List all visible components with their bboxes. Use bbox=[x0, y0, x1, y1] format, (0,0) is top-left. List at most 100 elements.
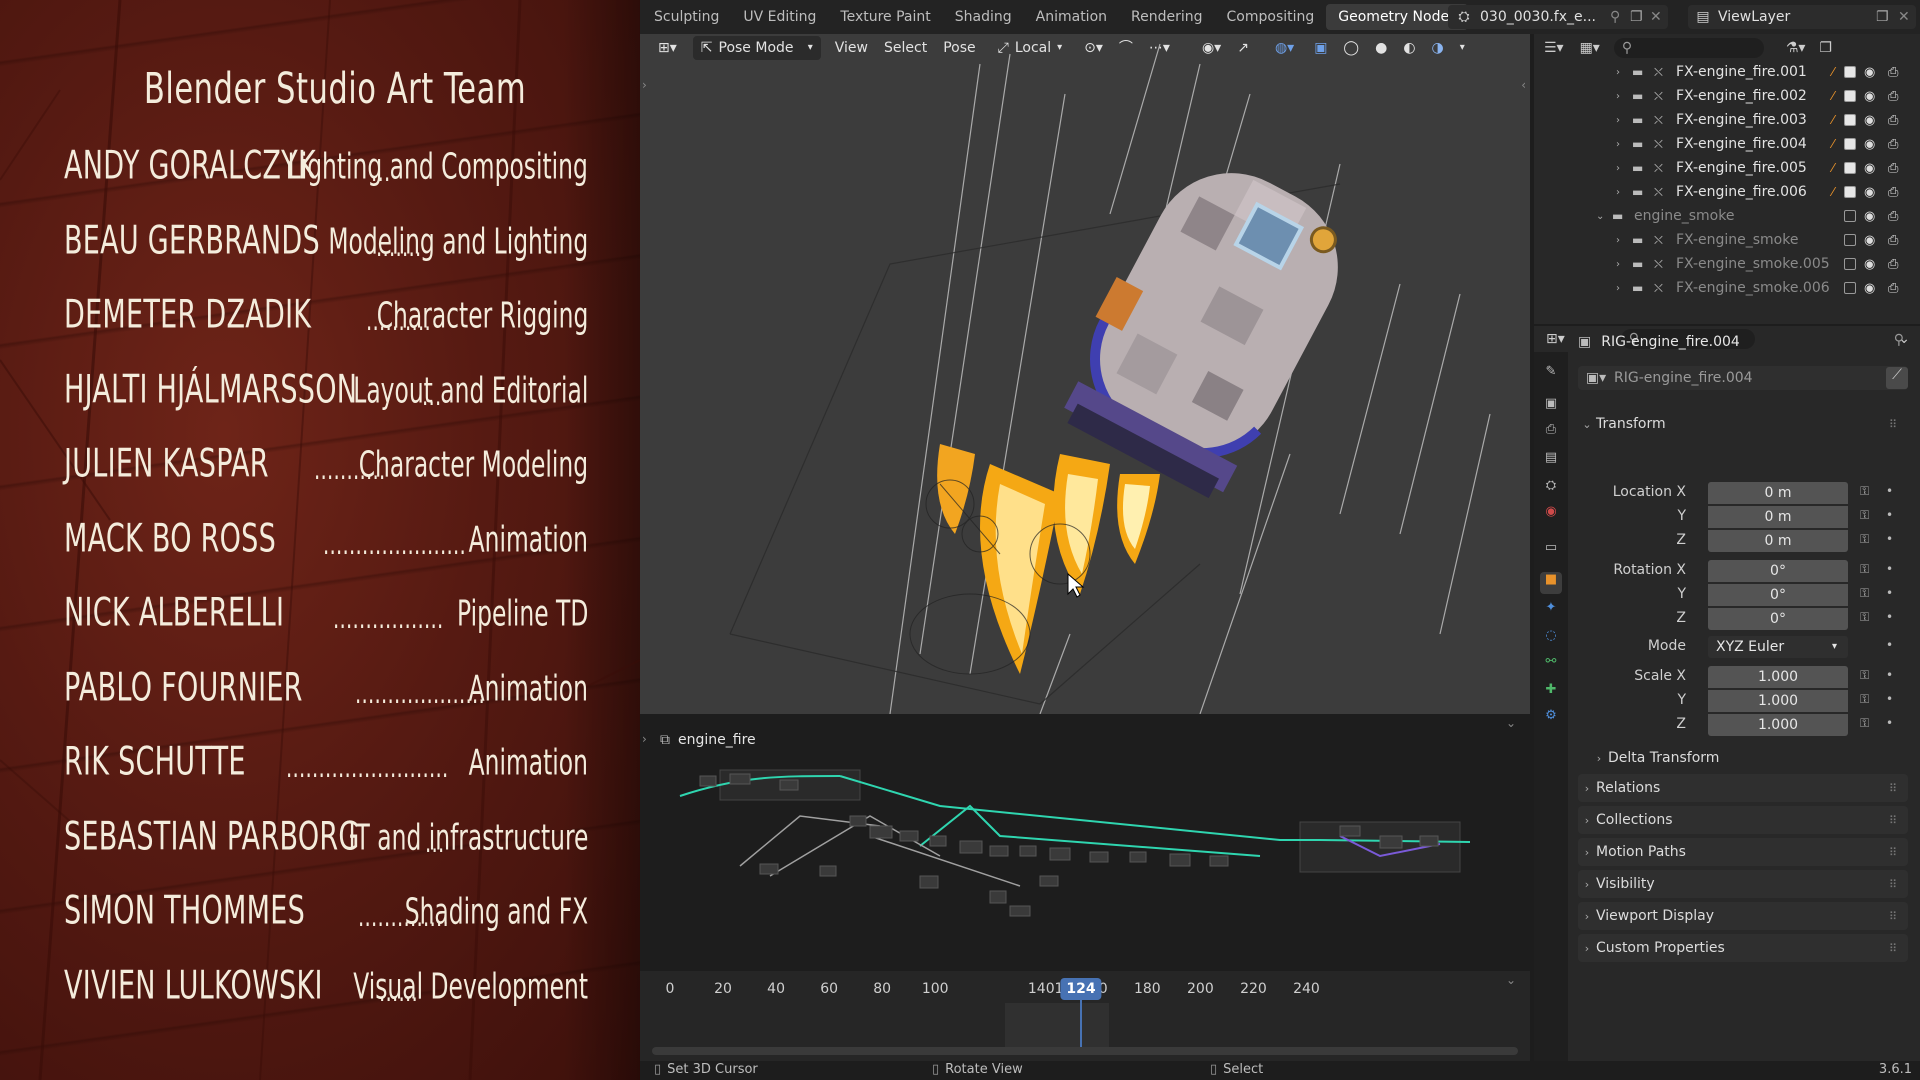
outliner-item[interactable]: › ▬ ⛌ FX-engine_fire.001 ⁄ ◉ ⎙ bbox=[1534, 60, 1920, 84]
view-layer-tab-icon[interactable]: ▤ bbox=[1540, 450, 1562, 472]
modifiers-tab-icon[interactable]: ✦ bbox=[1540, 600, 1562, 622]
exclude-checkbox[interactable] bbox=[1844, 258, 1856, 270]
exclude-checkbox[interactable] bbox=[1844, 282, 1856, 294]
node-editor[interactable]: ⧉ engine_fire › ⌄ bbox=[640, 716, 1530, 971]
outliner-item[interactable]: › ▬ ⛌ FX-engine_fire.002 ⁄ ◉ ⎙ bbox=[1534, 84, 1920, 108]
exclude-checkbox[interactable] bbox=[1844, 210, 1856, 222]
camera-icon[interactable]: ⎙ bbox=[1888, 209, 1898, 224]
pin-icon[interactable]: ⚲ bbox=[1610, 9, 1630, 25]
panel-viewport-display[interactable]: › Viewport Display ⠿ bbox=[1578, 902, 1908, 930]
output-tab-icon[interactable]: ⎙ bbox=[1540, 422, 1562, 444]
lock-icon[interactable]: ⚿ bbox=[1860, 586, 1869, 601]
outliner-editor-type-button[interactable]: ☰▾ bbox=[1544, 40, 1564, 56]
panel-custom-properties[interactable]: › Custom Properties ⠿ bbox=[1578, 934, 1908, 962]
keyframe-dot-icon[interactable]: • bbox=[1886, 532, 1893, 546]
sidebar-toggle-icon[interactable]: ‹ bbox=[1521, 78, 1526, 92]
drag-handle-icon[interactable]: ⠿ bbox=[1889, 814, 1898, 827]
node-tree-path[interactable]: ⧉ engine_fire bbox=[660, 732, 756, 748]
material-shading-icon[interactable]: ◐ bbox=[1395, 36, 1423, 60]
outliner-item[interactable]: › ▬ ⛌ FX-engine_fire.006 ⁄ ◉ ⎙ bbox=[1534, 180, 1920, 204]
drag-handle-icon[interactable]: ⠿ bbox=[1889, 910, 1898, 923]
rotation-y-field[interactable]: 0° bbox=[1708, 584, 1848, 606]
expand-arrow-icon[interactable]: ⌄ bbox=[1596, 211, 1604, 222]
location-z-field[interactable]: 0 m bbox=[1708, 530, 1848, 552]
node-collapse-icon[interactable]: ⌄ bbox=[1506, 716, 1516, 730]
fake-user-icon[interactable]: ⟋ bbox=[1886, 367, 1908, 389]
outliner-search-field[interactable]: ⚲ bbox=[1613, 38, 1764, 58]
timeline[interactable]: 0204060801001401601802002202401 124 ⌄ bbox=[640, 971, 1530, 1061]
lock-icon[interactable]: ⚿ bbox=[1860, 692, 1869, 707]
expand-arrow-icon[interactable]: › bbox=[1616, 259, 1620, 270]
eye-icon[interactable]: ◉ bbox=[1864, 89, 1875, 104]
exclude-checkbox[interactable] bbox=[1844, 66, 1856, 78]
workspace-tab[interactable]: Compositing bbox=[1215, 4, 1327, 30]
exclude-checkbox[interactable] bbox=[1844, 114, 1856, 126]
exclude-checkbox[interactable] bbox=[1844, 234, 1856, 246]
object-tab-icon[interactable]: ■ bbox=[1540, 572, 1562, 594]
timeline-scrollbar[interactable] bbox=[652, 1047, 1518, 1055]
keyframe-dot-icon[interactable]: • bbox=[1886, 586, 1893, 600]
rotation-x-field[interactable]: 0° bbox=[1708, 560, 1848, 582]
gizmo-icon[interactable]: ↗ bbox=[1229, 36, 1257, 60]
workspace-tab[interactable]: Shading bbox=[943, 4, 1024, 30]
drag-handle-icon[interactable]: ⠿ bbox=[1889, 878, 1898, 891]
new-collection-icon[interactable]: ❐ bbox=[1819, 40, 1832, 56]
workspace-tab[interactable]: Sculpting bbox=[642, 4, 731, 30]
eye-icon[interactable]: ◉ bbox=[1864, 137, 1875, 152]
lock-icon[interactable]: ⚿ bbox=[1860, 562, 1869, 577]
scale-z-field[interactable]: 1.000 bbox=[1708, 714, 1848, 736]
delta-transform-panel-header[interactable]: › Delta Transform bbox=[1590, 744, 1908, 772]
xray-icon[interactable]: ▣ bbox=[1306, 36, 1335, 60]
view-layer-selector[interactable]: ▤ ViewLayer ❐ ✕ bbox=[1688, 5, 1916, 29]
snap-mode-button[interactable]: ⋯▾ bbox=[1141, 36, 1178, 60]
drag-handle-icon[interactable]: ⠿ bbox=[1889, 782, 1898, 795]
expand-arrow-icon[interactable]: › bbox=[1616, 163, 1620, 174]
panel-collections[interactable]: › Collections ⠿ bbox=[1578, 806, 1908, 834]
eye-icon[interactable]: ◉ bbox=[1864, 185, 1875, 200]
close-icon[interactable]: ✕ bbox=[1650, 9, 1668, 25]
panel-visibility[interactable]: › Visibility ⠿ bbox=[1578, 870, 1908, 898]
lock-icon[interactable]: ⚿ bbox=[1860, 532, 1869, 547]
eye-icon[interactable]: ◉ bbox=[1864, 233, 1875, 248]
pivot-point-button[interactable]: ⊙▾ bbox=[1076, 36, 1111, 60]
lock-icon[interactable]: ⚿ bbox=[1860, 484, 1869, 499]
keyframe-dot-icon[interactable]: • bbox=[1886, 638, 1893, 652]
scale-x-field[interactable]: 1.000 bbox=[1708, 666, 1848, 688]
collection-tab-icon[interactable]: ▭ bbox=[1540, 540, 1562, 562]
exclude-checkbox[interactable] bbox=[1844, 90, 1856, 102]
panel-relations[interactable]: › Relations ⠿ bbox=[1578, 774, 1908, 802]
toolbar-toggle-icon[interactable]: › bbox=[642, 78, 647, 92]
world-tab-icon[interactable]: ◉ bbox=[1540, 504, 1562, 526]
drag-handle-icon[interactable]: ⠿ bbox=[1889, 846, 1898, 859]
transform-orientation-selector[interactable]: ⤢ Local ▾ bbox=[990, 36, 1071, 60]
visibility-icon[interactable]: ◉▾ bbox=[1194, 36, 1229, 60]
render-tab-icon[interactable]: ▣ bbox=[1540, 396, 1562, 418]
current-frame-indicator[interactable]: 124 bbox=[1060, 978, 1102, 1000]
expand-arrow-icon[interactable]: › bbox=[1616, 235, 1620, 246]
keyframe-dot-icon[interactable]: • bbox=[1886, 692, 1893, 706]
new-view-layer-icon[interactable]: ❐ bbox=[1876, 9, 1898, 25]
keyframe-dot-icon[interactable]: • bbox=[1886, 610, 1893, 624]
mode-selector[interactable]: ⇱ Pose Mode ▾ bbox=[692, 36, 821, 60]
eye-icon[interactable]: ◉ bbox=[1864, 209, 1875, 224]
tool-tab-icon[interactable]: ✎ bbox=[1540, 364, 1562, 386]
lock-icon[interactable]: ⚿ bbox=[1860, 668, 1869, 683]
exclude-checkbox[interactable] bbox=[1844, 162, 1856, 174]
camera-icon[interactable]: ⎙ bbox=[1888, 89, 1898, 104]
camera-icon[interactable]: ⎙ bbox=[1888, 257, 1898, 272]
properties-editor[interactable]: ⊞▾ ⚲ ⌄ ✎ ▣ ⎙ ▤ ⛭ ◉ ▭ ■ ✦ ◌ ⚯ ✚ ⚙ ▣ RIG-e… bbox=[1534, 326, 1920, 1061]
bone-constraints-tab-icon[interactable]: ⚙ bbox=[1540, 708, 1562, 730]
expand-arrow-icon[interactable]: › bbox=[1616, 91, 1620, 102]
outliner-item[interactable]: › ▬ ⛌ FX-engine_smoke.006 ◉ ⎙ bbox=[1534, 276, 1920, 300]
keyframe-dot-icon[interactable]: • bbox=[1886, 562, 1893, 576]
outliner-item[interactable]: › ▬ ⛌ FX-engine_smoke.005 ◉ ⎙ bbox=[1534, 252, 1920, 276]
viewport-menu-view[interactable]: View bbox=[827, 36, 876, 60]
scene-tab-icon[interactable]: ⛭ bbox=[1540, 478, 1562, 500]
camera-icon[interactable]: ⎙ bbox=[1888, 185, 1898, 200]
outliner[interactable]: ☰▾ ▦▾ ⚲ ⚗▾ ❐ › ▬ ⛌ FX-engine_fire.001 ⁄ ◉ ⎙ › ▬ ⛌… bbox=[1534, 34, 1920, 324]
camera-icon[interactable]: ⎙ bbox=[1888, 281, 1898, 296]
camera-icon[interactable]: ⎙ bbox=[1888, 65, 1898, 80]
node-sidebar-toggle-icon[interactable]: › bbox=[642, 732, 647, 746]
camera-icon[interactable]: ⎙ bbox=[1888, 233, 1898, 248]
workspace-tab[interactable]: UV Editing bbox=[731, 4, 828, 30]
